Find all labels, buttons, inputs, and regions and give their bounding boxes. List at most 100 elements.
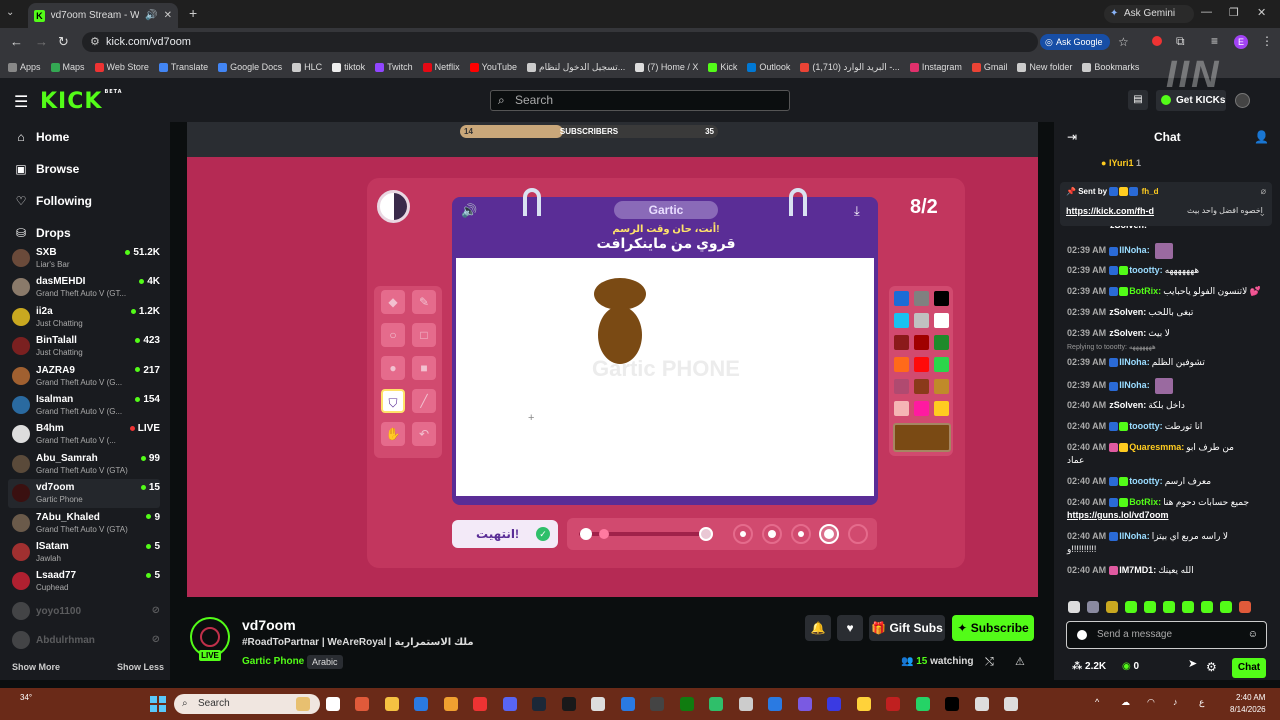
new-tab-button[interactable]: + (189, 5, 197, 21)
pinned-message[interactable]: 📌 Sent by fh_d https://kick.com/fh-d اخص… (1060, 182, 1272, 226)
channel-item[interactable]: 7Abu_Khaled Grand Theft Auto V (GTA) 9 (8, 509, 160, 538)
chat-input[interactable]: Send a message ☺ (1066, 621, 1267, 649)
emote-icon[interactable] (1239, 601, 1251, 613)
channel-item[interactable]: Lsaad77 Cuphead 5 (8, 567, 160, 596)
app-icon[interactable] (797, 697, 812, 711)
extension-red-icon[interactable] (1152, 36, 1162, 46)
chat-message[interactable]: 02:40 AM Quaresmma: من طرف ابو (1067, 442, 1234, 453)
channel-item[interactable]: Abu_Samrah Grand Theft Auto V (GTA) 99 (8, 450, 160, 479)
minimize-button[interactable]: — (1201, 6, 1212, 18)
offline-channel-item[interactable]: yoyo1100 ⊘ (8, 597, 160, 626)
drawing-canvas[interactable]: Gartic PHONE + (456, 258, 874, 496)
profile-avatar[interactable]: E (1234, 35, 1248, 49)
undo-icon[interactable]: ↶ (412, 422, 436, 446)
message-user[interactable]: zSolven: (1109, 307, 1146, 317)
bookmark-item[interactable]: Instagram (909, 62, 962, 72)
chat-message[interactable]: 02:40 AM IINoha: لا راسه مربع اي بيتزا (1067, 531, 1228, 542)
subscribe-button[interactable]: ✦ Subscribe (952, 615, 1034, 641)
wifi-icon[interactable]: ◠ (1147, 697, 1155, 708)
file-explorer-icon[interactable] (325, 697, 340, 711)
channel-item[interactable]: BinTalall Just Chatting 423 (8, 332, 160, 361)
chat-users-icon[interactable]: 👤 (1254, 130, 1269, 144)
emote-icon[interactable] (1220, 601, 1232, 613)
sidebar-item-home[interactable]: ⌂ Home (14, 130, 69, 144)
forward-button[interactable]: → (35, 34, 48, 49)
url-bar[interactable]: ⚙ kick.com/vd7oom (82, 32, 1038, 52)
tab-audio-icon[interactable]: 🔊 (145, 10, 157, 21)
share-icon[interactable]: ⤭ (985, 656, 994, 669)
chrome-icon[interactable] (473, 697, 487, 711)
color-swatch[interactable] (934, 357, 949, 372)
message-user[interactable]: zSolven: (1109, 400, 1146, 410)
xbox-icon[interactable] (679, 697, 694, 711)
emote-icon[interactable] (1087, 601, 1099, 613)
channel-item[interactable]: JAZRA9 Grand Theft Auto V (G... 217 (8, 362, 160, 391)
store-icon[interactable] (443, 697, 458, 711)
selected-color-swatch[interactable] (893, 423, 951, 452)
bookmark-item[interactable]: New folder (1017, 62, 1072, 72)
color-swatch[interactable] (894, 379, 909, 394)
channel-item[interactable]: dasMEHDI Grand Theft Auto V (GT... 4K (8, 273, 160, 302)
sound-icon[interactable]: 🔊 (461, 203, 477, 219)
color-swatch[interactable] (914, 379, 929, 394)
channel-item[interactable]: SXB Liar's Bar 51.2K (8, 244, 160, 273)
ask-gemini-button[interactable]: ✦ Ask Gemini (1104, 5, 1194, 23)
eraser-icon[interactable]: ◆ (381, 290, 405, 314)
emote-icon[interactable] (1125, 601, 1137, 613)
cloud-icon[interactable]: ☁ (1121, 697, 1130, 708)
circle-fill-icon[interactable]: ● (381, 356, 405, 380)
message-user[interactable]: BotRix: (1129, 286, 1161, 296)
channel-item[interactable]: ii2a Just Chatting 1.2K (8, 303, 160, 332)
app-icon[interactable] (1004, 697, 1018, 711)
sidebar-item-drops[interactable]: ⛁ Drops (14, 226, 71, 240)
message-continuation[interactable]: https://guns.lol/vd7oom (1067, 510, 1169, 520)
window-close-button[interactable]: ✕ (1257, 6, 1266, 19)
line-icon[interactable]: ╱ (412, 389, 436, 413)
unpin-icon[interactable]: ⌀ (1261, 186, 1266, 197)
clock-date[interactable]: 8/14/2026 (1230, 705, 1266, 714)
emote-icon[interactable] (1068, 601, 1080, 613)
channel-item[interactable]: vd7oom Gartic Phone 15 (8, 479, 160, 509)
bookmark-item[interactable]: Maps (50, 62, 85, 72)
user-avatar[interactable] (1235, 93, 1250, 108)
message-user[interactable]: toootty: (1129, 476, 1163, 486)
color-swatch[interactable] (894, 357, 909, 372)
weather-temp[interactable]: 34° (20, 693, 32, 702)
app-icon[interactable] (650, 697, 664, 711)
rectangle-fill-icon[interactable]: ■ (412, 356, 436, 380)
channel-item[interactable]: B4hm Grand Theft Auto V (... LIVE (8, 420, 160, 449)
bookmark-item[interactable]: YouTube (469, 62, 517, 72)
message-user[interactable]: IINoha: (1119, 357, 1150, 367)
search-input[interactable]: ⌕ Search (490, 90, 790, 111)
sidebar-item-browse[interactable]: ▣ Browse (14, 162, 79, 176)
bookmark-item[interactable]: Outlook (747, 62, 790, 72)
reading-list-icon[interactable]: ≡ (1211, 34, 1218, 48)
vpn-icon[interactable] (620, 697, 635, 711)
bookmark-item[interactable]: Gmail (971, 62, 1007, 72)
offline-channel-item[interactable]: Abdulrhman ⊘ (8, 626, 160, 655)
circle-outline-icon[interactable]: ○ (381, 323, 405, 347)
edge-icon[interactable] (414, 697, 428, 711)
color-swatch[interactable] (914, 357, 929, 372)
show-less-button[interactable]: Show Less (117, 662, 164, 672)
size-option-1[interactable] (733, 524, 753, 544)
reload-icon[interactable]: ↻ (58, 34, 69, 50)
color-swatch[interactable] (894, 401, 909, 416)
office-icon[interactable] (355, 697, 369, 711)
app-icon[interactable] (768, 697, 782, 711)
channel-name[interactable]: vd7oom (242, 617, 296, 633)
report-icon[interactable]: ⚠ (1015, 655, 1025, 668)
kicks-balance[interactable]: ⁂ 2.2K (1072, 661, 1106, 672)
download-icon[interactable]: ⤓ (854, 203, 860, 219)
gift-subs-button[interactable]: 🎁 Gift Subs (869, 615, 945, 641)
app-icon[interactable] (827, 697, 841, 711)
size-option-3[interactable] (791, 524, 811, 544)
rectangle-outline-icon[interactable]: □ (412, 323, 436, 347)
message-user[interactable]: IM7MD1: (1119, 565, 1156, 575)
browser-tab[interactable]: K vd7oom Stream - Watch Li 🔊 ✕ (28, 3, 178, 28)
theater-mode-icon[interactable]: ▤ (1128, 90, 1148, 110)
color-swatch[interactable] (934, 313, 949, 328)
color-swatch[interactable] (914, 335, 929, 350)
obs-icon[interactable] (974, 697, 989, 711)
tab-close-icon[interactable]: ✕ (164, 10, 172, 21)
